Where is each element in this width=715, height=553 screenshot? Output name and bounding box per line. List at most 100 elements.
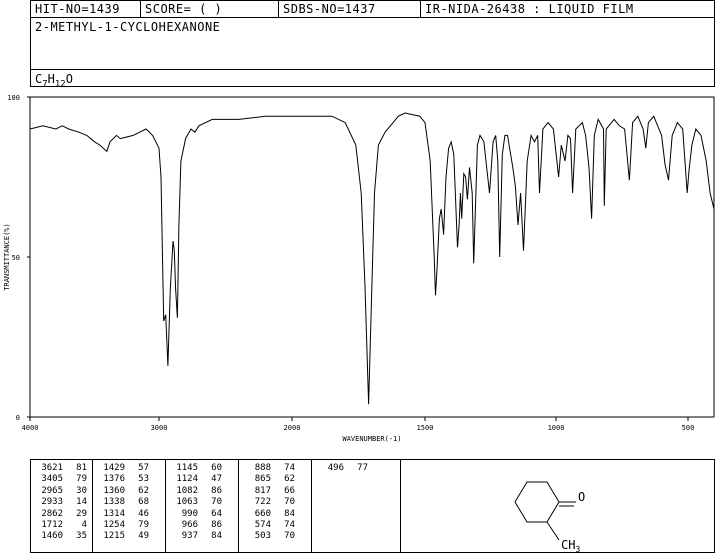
peak-wavenumber: 1338 [103, 497, 125, 508]
peak-wavenumber: 865 [254, 474, 271, 485]
peak-row: 3405 79 [31, 474, 92, 485]
peak-transmittance: 35 [76, 531, 87, 542]
peak-row: 496 77 [312, 463, 400, 474]
peak-transmittance: 46 [138, 508, 149, 519]
y-axis-label: TRANSMITTANCE(%) [3, 223, 11, 290]
peak-transmittance: 66 [284, 485, 295, 496]
peak-row: 1063 70 [166, 497, 238, 508]
peak-row: 1376 53 [93, 474, 165, 485]
structure-panel: O CH3 [401, 460, 714, 552]
peak-transmittance: 68 [138, 497, 149, 508]
peak-column: 888 74 865 62 817 66 722 70 660 84 574 74 503 70 [239, 460, 312, 552]
peak-transmittance: 29 [76, 508, 87, 519]
peak-wavenumber: 966 [181, 520, 198, 531]
peak-transmittance: 53 [138, 474, 149, 485]
peak-row: 1338 68 [93, 497, 165, 508]
peak-column: 496 77 [312, 460, 401, 552]
peak-wavenumber: 817 [254, 485, 271, 496]
peak-row: 1082 86 [166, 486, 238, 497]
peak-wavenumber: 2933 [41, 497, 63, 508]
peak-row: 865 62 [239, 474, 311, 485]
peak-wavenumber: 990 [181, 508, 198, 519]
peak-wavenumber: 1063 [176, 497, 198, 508]
peak-row: 2933 14 [31, 497, 92, 508]
peak-transmittance: 81 [76, 463, 87, 473]
peak-wavenumber: 722 [254, 497, 271, 508]
peak-wavenumber: 1460 [41, 531, 63, 542]
peak-wavenumber: 1314 [103, 508, 125, 519]
peak-row: 888 74 [239, 463, 311, 474]
peak-wavenumber: 503 [254, 531, 271, 542]
peak-row: 503 70 [239, 531, 311, 542]
x-tick-label: 1000 [548, 424, 565, 432]
peak-transmittance: 79 [76, 474, 87, 485]
peak-transmittance: 62 [138, 485, 149, 496]
peak-row: 2862 29 [31, 509, 92, 520]
peak-row: 1215 49 [93, 531, 165, 542]
x-tick-label: 3000 [151, 424, 168, 432]
peak-transmittance: 86 [211, 520, 222, 531]
peak-row: 2965 30 [31, 486, 92, 497]
peak-row: 722 70 [239, 497, 311, 508]
compound-name: 2-METHYL-1-CYCLOHEXANONE [35, 20, 221, 34]
molecule-structure-drawing: O CH3 [514, 481, 585, 552]
x-axis-label: WAVENUMBER(-1) [342, 435, 401, 443]
peak-transmittance: 57 [138, 463, 149, 473]
y-tick-label: 50 [12, 254, 20, 262]
peak-transmittance: 14 [76, 497, 87, 508]
peak-row: 660 84 [239, 509, 311, 520]
peak-transmittance: 70 [284, 497, 295, 508]
peak-row: 1712 4 [31, 520, 92, 531]
peak-transmittance: 62 [284, 474, 295, 485]
x-tick-label: 4000 [22, 424, 39, 432]
formula-box: C7H12O [30, 69, 715, 89]
peak-transmittance: 30 [76, 485, 87, 496]
peak-transmittance: 4 [81, 520, 87, 531]
hit-number: HIT-NO=1439 [31, 1, 141, 17]
peak-row: 966 86 [166, 520, 238, 531]
score-field: SCORE= ( ) [141, 1, 279, 17]
peak-wavenumber: 496 [327, 463, 344, 473]
spectrum-line [29, 112, 715, 405]
peak-wavenumber: 3405 [41, 474, 63, 485]
peak-row: 990 64 [166, 509, 238, 520]
peak-wavenumber: 1254 [103, 520, 125, 531]
peak-row: 1429 57 [93, 463, 165, 474]
ir-info: IR-NIDA-26438 : LIQUID FILM [425, 2, 634, 16]
oxygen-label: O [578, 490, 585, 504]
peak-wavenumber: 1376 [103, 474, 125, 485]
sdbs-number: SDBS-NO=1437 [279, 1, 421, 17]
peak-wavenumber: 1145 [176, 463, 198, 473]
peak-transmittance: 84 [284, 508, 295, 519]
peak-transmittance: 70 [284, 531, 295, 542]
peak-row: 574 74 [239, 520, 311, 531]
peak-wavenumber: 1215 [103, 531, 125, 542]
peak-transmittance: 86 [211, 485, 222, 496]
peak-row: 1124 47 [166, 474, 238, 485]
peak-wavenumber: 3621 [41, 463, 63, 473]
ir-spectrum-chart: 0 50 100 4000 3000 2000 1500 1000 500 TRANSMITT… [3, 94, 715, 443]
methyl-label: CH3 [561, 538, 580, 552]
peak-row: 1314 46 [93, 509, 165, 520]
peak-transmittance: 74 [284, 463, 295, 473]
peak-transmittance: 74 [284, 520, 295, 531]
peak-wavenumber: 937 [181, 531, 198, 542]
peak-transmittance: 49 [138, 531, 149, 542]
peak-wavenumber: 888 [254, 463, 271, 473]
peak-wavenumber: 2862 [41, 508, 63, 519]
peak-row: 3621 81 [31, 463, 92, 474]
methyl-bond [546, 521, 560, 541]
peak-wavenumber: 1429 [103, 463, 125, 473]
peak-transmittance: 60 [211, 463, 222, 473]
peak-wavenumber: 1082 [176, 485, 198, 496]
cyclohexane-ring [514, 481, 560, 523]
peak-row: 1460 35 [31, 531, 92, 542]
peak-transmittance: 47 [211, 474, 222, 485]
peak-wavenumber: 1712 [41, 520, 63, 531]
peak-wavenumber: 1124 [176, 474, 198, 485]
x-tick-label: 1500 [417, 424, 434, 432]
peak-transmittance: 77 [357, 463, 368, 473]
x-tick-label: 500 [682, 424, 695, 432]
peak-wavenumber: 660 [254, 508, 271, 519]
peak-table: 3621 81 3405 79 2965 30 2933 14 2862 29 1712 4 1460 3… [30, 459, 715, 553]
